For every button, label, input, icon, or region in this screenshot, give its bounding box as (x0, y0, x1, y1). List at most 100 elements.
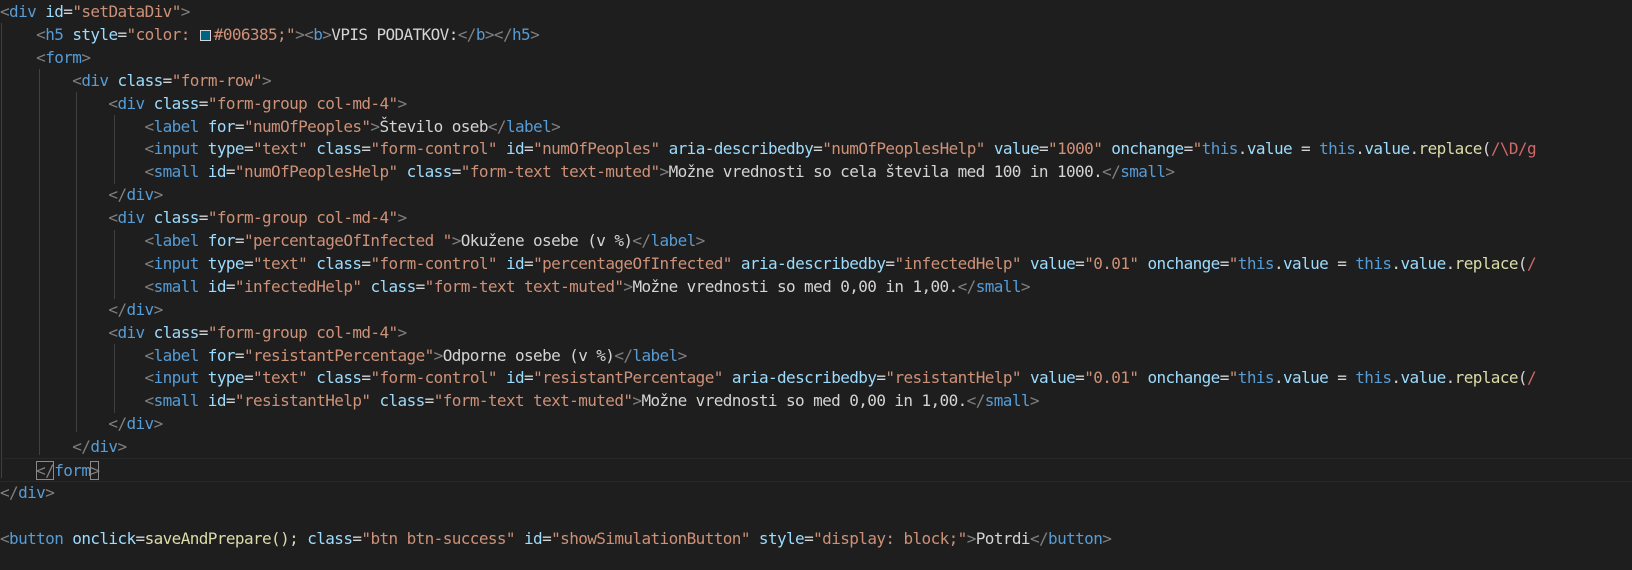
attr-value: "resistantHelp" (234, 391, 371, 411)
bracket: </ (632, 231, 651, 250)
code-editor[interactable]: <div id="setDataDiv"> <h5 style="color: … (0, 0, 1632, 570)
function-call: saveAndPrepare(); (144, 528, 299, 548)
attr-value: "color: (126, 24, 199, 44)
equals: = (198, 322, 209, 342)
equals: = (1039, 139, 1049, 159)
tag-name: div (126, 414, 154, 434)
attr-name: onchange (1111, 139, 1184, 159)
tag-name: h5 (45, 24, 64, 44)
color-swatch-icon[interactable] (199, 29, 211, 41)
text-content: Možne vrednosti so cela števila med 100 … (668, 162, 1103, 182)
code-line-13[interactable]: <small id="infectedHelp" class="form-tex… (0, 275, 1031, 299)
attr-value: "0.01" (1084, 253, 1139, 273)
code-line-8[interactable]: <small id="numOfPeoplesHelp" class="form… (0, 160, 1176, 184)
equals: = (1183, 139, 1194, 159)
function-name: replace (1418, 139, 1483, 159)
attr-name: id (207, 391, 227, 411)
equals: = (225, 391, 236, 411)
equals: = (234, 116, 245, 136)
code-line-2[interactable]: <h5 style="color: #006385;"><b>VPIS PODA… (0, 23, 540, 47)
bracket: </ (108, 414, 127, 434)
code-line-15[interactable]: <div class="form-group col-md-4"> (0, 321, 407, 345)
code-line-11[interactable]: <label for="percentageOfInfected ">Okuže… (0, 229, 706, 253)
code-line-19[interactable]: </div> (0, 412, 163, 436)
tag-name: b (475, 24, 486, 44)
attr-name: class (153, 208, 200, 228)
equals: = (804, 528, 814, 548)
equals: = (424, 391, 435, 411)
bracket: < (144, 345, 155, 365)
dot: . (1409, 139, 1419, 159)
tag-name: button (1048, 528, 1103, 548)
attr-name: id (45, 2, 64, 21)
code-line-9[interactable]: </div> (0, 183, 163, 207)
attr-value: "form-group col-md-4" (207, 93, 398, 113)
attr-name: id (505, 139, 525, 159)
code-line-3[interactable]: <form> (0, 46, 91, 70)
bracket: < (36, 47, 46, 67)
code-line-6[interactable]: <label for="numOfPeoples">Število oseb</… (0, 115, 561, 139)
paren: ( (1517, 253, 1528, 273)
tag-name: label (153, 231, 200, 250)
quote: " (1192, 139, 1203, 159)
dot: . (1273, 253, 1284, 273)
property: value (1364, 139, 1410, 159)
bracket: < (0, 2, 10, 21)
tag-name: label (153, 116, 200, 136)
bracket: </ (487, 116, 507, 136)
bracket: > (81, 47, 91, 67)
code-line-16[interactable]: <label for="resistantPercentage">Odporne… (0, 344, 688, 368)
tag-name: input (153, 253, 200, 273)
text-content: Možne vrednosti so med 0,00 in 1,00. (632, 276, 958, 296)
property: value (1400, 253, 1446, 273)
function-name: replace (1454, 253, 1519, 273)
attr-name: aria-describedby (731, 368, 877, 388)
code-line-21-current[interactable]: </form> (0, 458, 1632, 482)
equals: = (415, 276, 426, 296)
attr-name: style (72, 24, 118, 44)
attr-value: "numOfPeoples" (533, 139, 660, 159)
code-line-10[interactable]: <div class="form-group col-md-4"> (0, 206, 407, 230)
attr-name: class (153, 322, 200, 342)
code-line-1[interactable]: <div id="setDataDiv"> (0, 0, 190, 24)
code-line-18[interactable]: <small id="resistantHelp" class="form-te… (0, 389, 1040, 413)
attr-value: "setDataDiv" (72, 2, 181, 21)
code-line-24[interactable]: <button onclick=saveAndPrepare(); class=… (0, 527, 1112, 551)
attr-name: type (207, 253, 245, 273)
bracket: > (295, 24, 305, 44)
bracket: > (551, 116, 561, 136)
code-line-17[interactable]: <input type="text" class="form-control" … (0, 366, 1537, 390)
attr-name: class (153, 93, 200, 113)
bracket: > (262, 70, 272, 90)
equals: = (451, 162, 462, 182)
bracket: < (144, 368, 155, 388)
equals: = (1219, 253, 1230, 273)
tag-name: small (984, 391, 1031, 411)
code-line-4[interactable]: <div class="form-row"> (0, 69, 271, 93)
attr-name: for (207, 345, 236, 365)
attr-name: type (207, 368, 245, 388)
bracket: </ (493, 24, 513, 44)
code-line-12[interactable]: <input type="text" class="form-control" … (0, 252, 1537, 276)
operator: = (1328, 253, 1356, 273)
code-line-7[interactable]: <input type="text" class="form-control" … (0, 137, 1537, 161)
property: value (1282, 253, 1329, 273)
equals: = (524, 139, 534, 159)
keyword: this (1201, 139, 1239, 159)
bracket: </ (614, 345, 633, 365)
bracket: </ (1029, 528, 1049, 548)
bracket: </ (957, 276, 977, 296)
code-line-5[interactable]: <div class="form-group col-md-4"> (0, 92, 407, 116)
attr-value: "showSimulationButton" (551, 528, 750, 548)
attr-value: "resistantPercentage" (533, 368, 723, 388)
code-line-20[interactable]: </div> (0, 435, 127, 459)
tag-name: label (505, 116, 552, 136)
keyword: this (1355, 253, 1392, 273)
code-line-14[interactable]: </div> (0, 298, 163, 322)
matched-bracket: </ (36, 461, 55, 480)
equals: = (243, 368, 254, 388)
bracket: </ (457, 24, 477, 44)
attr-value: "text" (252, 368, 308, 388)
bracket: < (144, 391, 155, 411)
code-line-22[interactable]: </div> (0, 481, 55, 505)
